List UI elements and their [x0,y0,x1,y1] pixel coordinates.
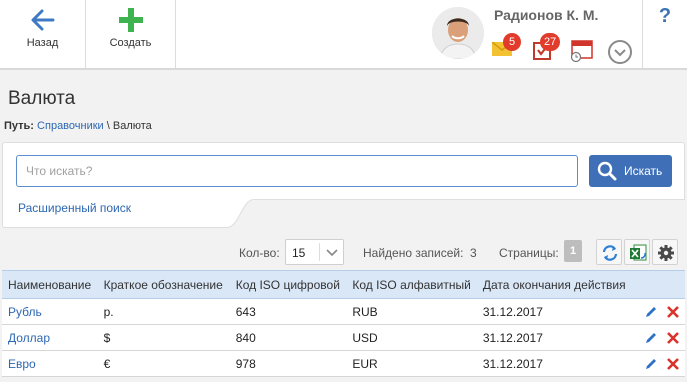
page-size-value: 15 [292,246,306,260]
search-input[interactable] [16,155,578,187]
table-row: Рубль р. 643 RUB 31.12.2017 [2,298,685,325]
row-short: р. [97,298,230,325]
breadcrumb: Путь: Справочники \ Валюта [4,120,152,132]
edit-pencil-icon[interactable] [644,305,658,319]
main-content: Валюта Путь: Справочники \ Валюта Искать… [0,70,687,382]
help-button[interactable]: ? [642,0,687,68]
row-end-date: 31.12.2017 [476,324,632,351]
export-excel-button[interactable] [624,239,650,265]
row-iso-num: 840 [229,324,347,351]
row-name[interactable]: Рубль [2,298,98,325]
calendar-icon [570,40,593,62]
search-icon [597,161,617,181]
user-name[interactable]: Радионов К. М. [494,7,598,23]
search-panel: Искать Расширенный поиск [2,142,685,228]
chevron-down-icon [614,49,626,57]
pages-label: Страницы: [499,246,559,260]
help-label: ? [658,5,672,27]
page-title: Валюта [8,88,76,109]
list-toolbar: Кол-во: 15 Найдено записей: 3 Страницы: … [0,238,687,266]
page-size-select[interactable]: 15 [285,239,344,265]
column-header-iso-num[interactable]: Код ISO цифровой [229,270,347,299]
count-label: Кол-во: [239,246,280,260]
row-iso-num: 643 [229,298,347,325]
top-toolbar: Назад Создать Радионов К. М. 5 27 ? [0,0,687,70]
create-button-label: Создать [109,37,152,49]
row-name[interactable]: Евро [2,350,98,377]
row-actions [631,324,685,351]
table-row: Евро € 978 EUR 31.12.2017 [2,350,685,377]
column-header-iso-alpha[interactable]: Код ISO алфавитный [346,270,477,299]
row-actions [631,298,685,325]
delete-cross-icon[interactable] [667,357,679,370]
row-iso-num: 978 [229,350,347,377]
back-button-label: Назад [26,37,59,49]
table-header-row: Наименование Краткое обозначение Код ISO… [2,270,685,299]
table-row: Доллар $ 840 USD 31.12.2017 [2,324,685,351]
edit-pencil-icon[interactable] [644,331,658,345]
row-short: € [97,350,230,377]
settings-button[interactable] [652,239,678,265]
back-button[interactable]: Назад [0,0,86,68]
search-button[interactable]: Искать [589,155,672,187]
page-root: Назад Создать Радионов К. М. 5 27 ? Валю… [0,0,687,382]
column-header-name[interactable]: Наименование [2,270,98,299]
column-header-actions [631,270,685,299]
mail-count-badge: 5 [503,33,521,51]
plus-icon [118,8,143,32]
breadcrumb-label: Путь: [4,120,34,132]
advanced-search-link[interactable]: Расширенный поиск [18,201,131,215]
records-found-label: Найдено записей: [363,246,464,260]
row-iso-alpha: USD [346,324,477,351]
delete-cross-icon[interactable] [667,331,679,344]
row-short: $ [97,324,230,351]
refresh-button[interactable] [596,239,622,265]
back-arrow-icon [31,9,54,31]
user-avatar-image [432,7,484,59]
column-header-short[interactable]: Краткое обозначение [97,270,230,299]
row-end-date: 31.12.2017 [476,350,632,377]
row-name[interactable]: Доллар [2,324,98,351]
page-1-button[interactable]: 1 [564,240,582,262]
currency-table: Наименование Краткое обозначение Код ISO… [2,270,685,377]
create-button[interactable]: Создать [86,0,176,68]
select-divider [319,243,320,261]
edit-pencil-icon[interactable] [644,357,658,371]
gear-icon [658,245,674,261]
records-found-value: 3 [470,246,477,260]
row-iso-alpha: RUB [346,298,477,325]
search-button-label: Искать [624,164,663,178]
excel-export-icon [630,244,647,261]
column-header-end-date[interactable]: Дата окончания действия [476,270,632,299]
tasks-count-badge: 27 [540,33,561,51]
breadcrumb-separator: \ [106,120,110,132]
user-menu-toggle[interactable] [608,40,632,64]
row-actions [631,350,685,377]
row-iso-alpha: EUR [346,350,477,377]
breadcrumb-current: Валюта [112,120,152,132]
row-end-date: 31.12.2017 [476,298,632,325]
chevron-down-icon [326,249,338,257]
delete-cross-icon[interactable] [667,305,679,318]
breadcrumb-link-references[interactable]: Справочники [37,120,104,132]
user-avatar[interactable] [432,7,484,59]
refresh-icon [602,245,618,261]
